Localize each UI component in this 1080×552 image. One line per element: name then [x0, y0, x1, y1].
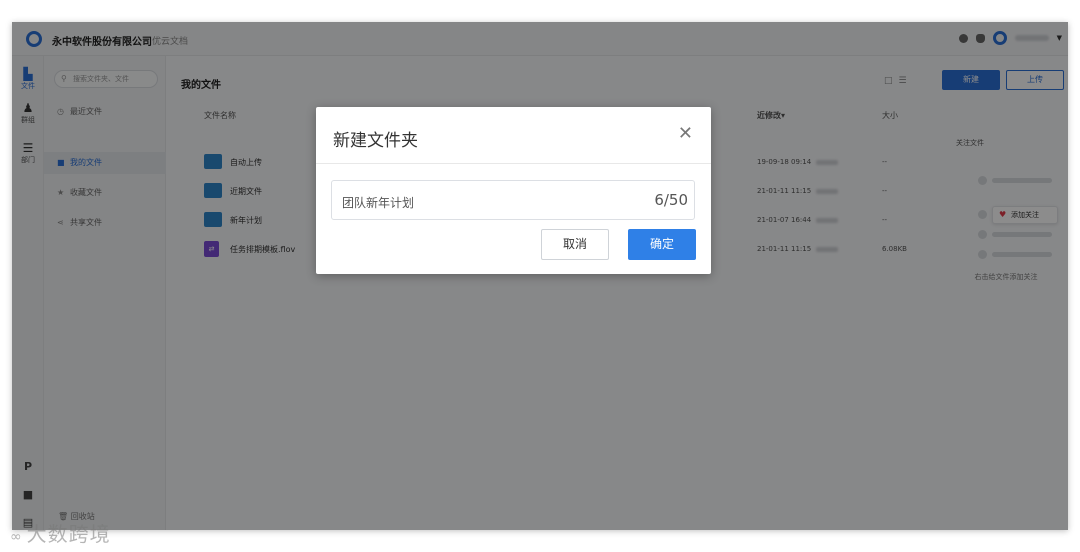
cancel-button[interactable]: 取消 — [541, 229, 609, 260]
watermark-logo-icon: ∞ — [10, 529, 23, 545]
close-icon[interactable]: ✕ — [678, 124, 693, 144]
confirm-button[interactable]: 确定 — [628, 229, 696, 260]
dialog-title: 新建文件夹 — [333, 131, 418, 151]
app-window: 永中软件股份有限公司 优云文档 ▼ ▙ 文件 ♟ 群组 ☰ 部门 P ■ ▤ ⚲… — [12, 22, 1068, 530]
watermark: ∞ 大数跨境 — [10, 522, 111, 546]
dialog-divider — [316, 163, 711, 164]
folder-name-input[interactable]: 团队新年计划 6/50 — [331, 180, 695, 220]
char-counter: 6/50 — [654, 191, 688, 209]
new-folder-dialog: 新建文件夹 ✕ 团队新年计划 6/50 取消 确定 — [316, 107, 711, 274]
modal-overlay[interactable] — [12, 22, 1068, 530]
